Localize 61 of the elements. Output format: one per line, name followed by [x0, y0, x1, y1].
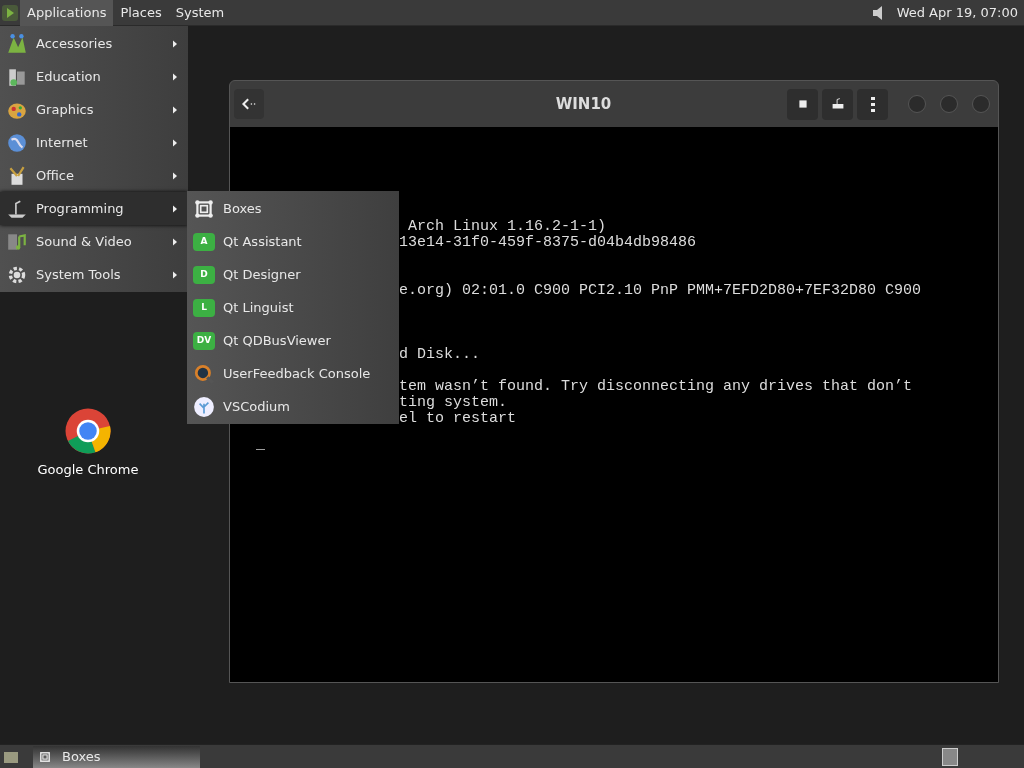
menu-item-label: Programming [36, 199, 125, 218]
boxes-icon [38, 749, 52, 764]
submenu-item[interactable]: A Qt Assistant [187, 225, 399, 258]
menu-item[interactable]: Internet [0, 126, 188, 159]
menu-button[interactable] [857, 88, 888, 120]
submenu-item-label: UserFeedback Console [223, 364, 371, 383]
browser-icon [63, 406, 113, 456]
panel-menu[interactable]: Applications [20, 0, 114, 26]
submenu-item[interactable]: D Qt Designer [187, 258, 399, 291]
qt-badge-icon: DV [193, 331, 215, 350]
submenu-item-label: Qt Designer [223, 265, 301, 284]
menu-item[interactable]: Office [0, 159, 188, 192]
workspace-switcher[interactable] [942, 747, 958, 766]
back-button[interactable] [234, 89, 264, 119]
console-line: Arch Linux 1.16.2-1-1) [407, 219, 608, 235]
clock: Wed Apr 19, 07:00 [896, 3, 1018, 22]
console-line: tem wasn’t found. Try disconnecting any drives that don’t [399, 379, 914, 395]
taskbar-item[interactable]: Boxes [33, 745, 200, 768]
qt-badge-icon: L [193, 298, 215, 317]
menu-item[interactable]: Education [0, 60, 188, 93]
menu-item-label: Education [36, 67, 102, 86]
menu-item[interactable]: Programming [0, 192, 188, 225]
stop-button[interactable] [787, 88, 818, 120]
desktop-icon-label[interactable]: Google Chrome [37, 460, 139, 480]
menu-item[interactable]: Sound & Video [0, 225, 188, 258]
submenu-item-label: Qt Linguist [223, 298, 294, 317]
panel-menu[interactable]: System [168, 0, 232, 26]
menu-item[interactable]: System Tools [0, 258, 188, 291]
submenu-item[interactable]: VSCodium [187, 390, 399, 423]
window-title: WIN10 [554, 93, 613, 115]
qt-badge-icon: A [193, 232, 215, 251]
menu-item[interactable]: Accessories [0, 27, 188, 60]
menu-item-label: Office [36, 166, 75, 185]
submenu-item[interactable]: DV Qt QDBusViewer [187, 324, 399, 357]
menu-item[interactable]: Graphics [0, 93, 188, 126]
menu-item-label: Internet [36, 133, 89, 152]
menu-item-label: System Tools [36, 265, 122, 284]
console-line: e.org) 02:01.0 C900 PCI2.10 PnP PMM+7EFD2D80+7EF32D80 C900 [399, 283, 923, 299]
panel-menu[interactable]: Places [113, 0, 169, 26]
boxes-icon [193, 197, 215, 220]
submenu-item[interactable]: UserFeedback Console [187, 357, 399, 390]
console-cursor: _ [256, 437, 266, 453]
menu-item-label: Sound & Video [36, 232, 133, 251]
console-line: d Disk... [399, 347, 481, 363]
console-line: el to restart [399, 411, 518, 427]
panel-logo-icon [0, 2, 20, 23]
globe-icon [6, 131, 28, 154]
submenu-item[interactable]: L Qt Linguist [187, 291, 399, 324]
submenu-item-label: VSCodium [223, 397, 290, 416]
menu-icon [870, 96, 875, 112]
console-line: ting system. [399, 395, 509, 411]
submenu-item-label: Boxes [223, 199, 262, 218]
menu-item-label: Graphics [36, 100, 95, 119]
console-line: 13e14-31f0-459f-8375-d04b4db98486 [399, 235, 698, 251]
submenu-item[interactable]: Boxes [187, 192, 399, 225]
back-arrow-icon [241, 96, 257, 112]
submenu-item-label: Qt Assistant [223, 232, 302, 251]
keyboard-button[interactable] [822, 88, 853, 120]
qt-badge-icon: D [193, 265, 215, 284]
menu-item-label: Accessories [36, 34, 114, 53]
submenu-item-label: Qt QDBusViewer [223, 331, 331, 350]
